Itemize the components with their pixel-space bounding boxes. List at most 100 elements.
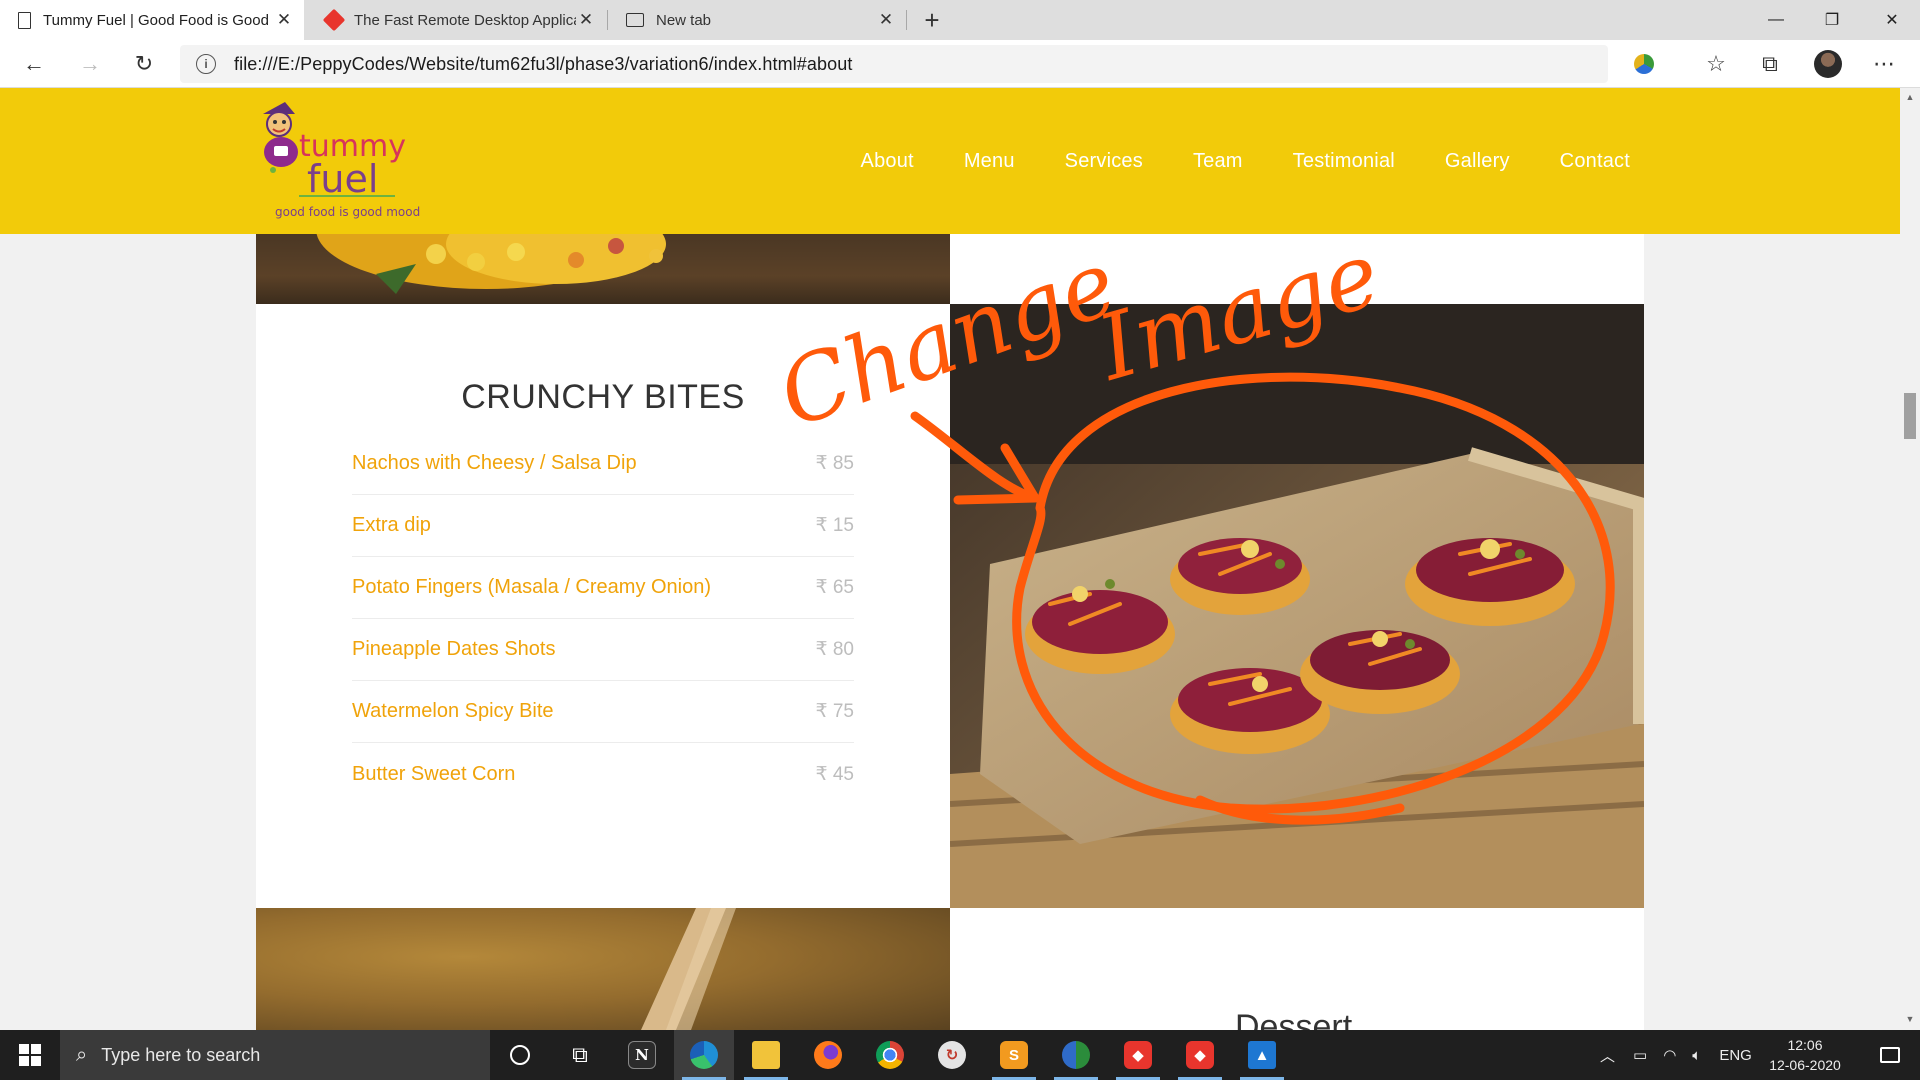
food-image-main [950,304,1644,908]
nav-menu[interactable]: Menu [964,150,1015,173]
menu-item-name: Pineapple Dates Shots [352,638,556,660]
tab-title: New tab [656,11,712,29]
back-button[interactable]: ← [16,46,52,82]
clock-date: 12-06-2020 [1769,1057,1841,1073]
scroll-down-arrow[interactable]: ▼ [1904,1014,1916,1024]
logo-word-fuel: fuel [307,157,378,201]
nav-contact[interactable]: Contact [1560,150,1630,173]
nav-about[interactable]: About [861,150,914,173]
menu-item: Extra dip ₹ 15 [352,495,854,557]
clock[interactable]: 12:06 12-06-2020 [1760,1035,1850,1075]
restore-button[interactable]: ❐ [1804,0,1860,40]
menu-title: CRUNCHY BITES [461,378,745,416]
tab-strip: Tummy Fuel | Good Food is Good Mood ✕ Th… [0,0,1920,40]
tab-new-tab[interactable]: New tab ✕ [608,0,906,40]
browser-toolbar: ← → ↻ i file:///E:/PeppyCodes/Website/tu… [0,40,1920,88]
menu-item-price: ₹ 65 [815,577,854,598]
start-button[interactable] [0,1030,60,1080]
favorites-icon[interactable]: ☆ [1698,46,1734,82]
main-nav: About Menu Services Team Testimonial Gal… [861,88,1630,234]
cortana-icon[interactable] [490,1030,550,1080]
menu-item-name: Nachos with Cheesy / Salsa Dip [352,452,637,474]
firefox-icon[interactable] [798,1030,858,1080]
anydesk-icon[interactable]: ◆ [1170,1030,1230,1080]
menu-item-name: Watermelon Spicy Bite [352,700,554,722]
menu-item-price: ₹ 45 [815,763,854,785]
profile-avatar[interactable] [1810,46,1846,82]
windows-taskbar: ⌕ Type here to search ⧉ N ↻ S ◆ ◆ ▲ ︿ ▭ … [0,1030,1920,1080]
new-tab-page-icon [626,13,644,27]
notifications-icon[interactable] [1860,1030,1920,1080]
menu-list: Nachos with Cheesy / Salsa Dip ₹ 85 Extr… [352,433,854,805]
menu-item-price: ₹ 85 [815,453,854,474]
tab-remote-desktop[interactable]: The Fast Remote Desktop Application ✕ [308,0,606,40]
windows-icon [19,1044,41,1066]
close-tab-icon[interactable]: ✕ [274,10,294,30]
file-explorer-icon[interactable] [736,1030,796,1080]
dessert-title: Dessert [1235,1008,1353,1030]
nav-services[interactable]: Services [1065,150,1143,173]
anydesk-icon [322,8,346,32]
chrome-icon[interactable] [860,1030,920,1080]
tab-tummy-fuel[interactable]: Tummy Fuel | Good Food is Good Mood ✕ [0,0,304,40]
close-tab-icon[interactable]: ✕ [576,10,596,30]
search-icon: ⌕ [76,1043,88,1066]
minimize-button[interactable]: — [1748,0,1804,40]
food-image-top [256,234,950,304]
extension-icon[interactable] [1626,46,1662,82]
task-view-icon[interactable]: ⧉ [550,1030,610,1080]
close-tab-icon[interactable]: ✕ [876,10,896,30]
language-indicator[interactable]: ENG [1719,1047,1752,1064]
menu-item: Pineapple Dates Shots ₹ 80 [352,619,854,681]
menu-item-name: Potato Fingers (Masala / Creamy Onion) [352,576,712,598]
volume-icon[interactable]: 🔈︎ [1692,1047,1701,1064]
menu-item-price: ₹ 75 [815,701,854,722]
nav-gallery[interactable]: Gallery [1445,150,1510,173]
menu-item-name: Extra dip [352,514,431,536]
menu-item-price: ₹ 80 [815,639,854,660]
menu-item-name: Butter Sweet Corn [352,762,516,785]
search-placeholder: Type here to search [101,1044,261,1065]
wifi-icon[interactable]: ◠ [1663,1046,1676,1064]
site-info-icon[interactable]: i [196,54,216,74]
taskbar-search[interactable]: ⌕ Type here to search [60,1030,490,1080]
menu-item: Potato Fingers (Masala / Creamy Onion) ₹… [352,557,854,619]
menu-item: Butter Sweet Corn ₹ 45 [352,743,854,805]
menu-section: CRUNCHY BITES Nachos with Cheesy / Salsa… [352,378,854,805]
address-bar[interactable]: i file:///E:/PeppyCodes/Website/tum62fu3… [180,45,1608,83]
app-icon[interactable]: ↻ [922,1030,982,1080]
collections-icon[interactable]: ⧉ [1752,46,1788,82]
menu-item: Watermelon Spicy Bite ₹ 75 [352,681,854,743]
tab-title: The Fast Remote Desktop Application [354,11,576,29]
url-text: file:///E:/PeppyCodes/Website/tum62fu3l/… [234,53,853,74]
refresh-button[interactable]: ↻ [126,46,162,82]
food-image-bottom [256,908,950,1030]
clock-time: 12:06 [1787,1037,1823,1053]
tab-title: Tummy Fuel | Good Food is Good Mood [43,11,274,29]
show-hidden-icons-icon[interactable]: ︿ [1600,1045,1615,1066]
nav-testimonial[interactable]: Testimonial [1293,150,1395,173]
more-icon[interactable]: ⋯ [1866,46,1902,82]
battery-icon[interactable]: ▭ [1633,1046,1647,1064]
edge-icon[interactable] [674,1030,734,1080]
photos-icon[interactable]: ▲ [1232,1030,1292,1080]
menu-item: Nachos with Cheesy / Salsa Dip ₹ 85 [352,433,854,495]
logo-tagline: good food is good mood [275,205,420,219]
page-viewport: CRUNCHY BITES Nachos with Cheesy / Salsa… [0,88,1900,1030]
site-header: tummy fuel good food is good mood About … [0,88,1900,234]
scroll-up-arrow[interactable]: ▲ [1904,92,1916,102]
new-tab-button[interactable]: + [914,0,950,40]
scroll-thumb[interactable] [1904,393,1916,439]
sublime-text-icon[interactable]: S [984,1030,1044,1080]
notion-icon[interactable]: N [612,1030,672,1080]
page-scrollbar[interactable]: ▲ ▼ [1900,88,1920,1030]
tummy-fuel-logo[interactable]: tummy fuel good food is good mood [255,96,455,222]
close-window-button[interactable]: ✕ [1864,0,1920,40]
anydesk-icon[interactable]: ◆ [1108,1030,1168,1080]
menu-item-price: ₹ 15 [815,515,854,536]
page-icon [18,11,31,29]
system-tray: ︿ ▭ ◠ 🔈︎ ENG [1600,1030,1752,1080]
forward-button[interactable]: → [72,46,108,82]
network-app-icon[interactable] [1046,1030,1106,1080]
nav-team[interactable]: Team [1193,150,1243,173]
